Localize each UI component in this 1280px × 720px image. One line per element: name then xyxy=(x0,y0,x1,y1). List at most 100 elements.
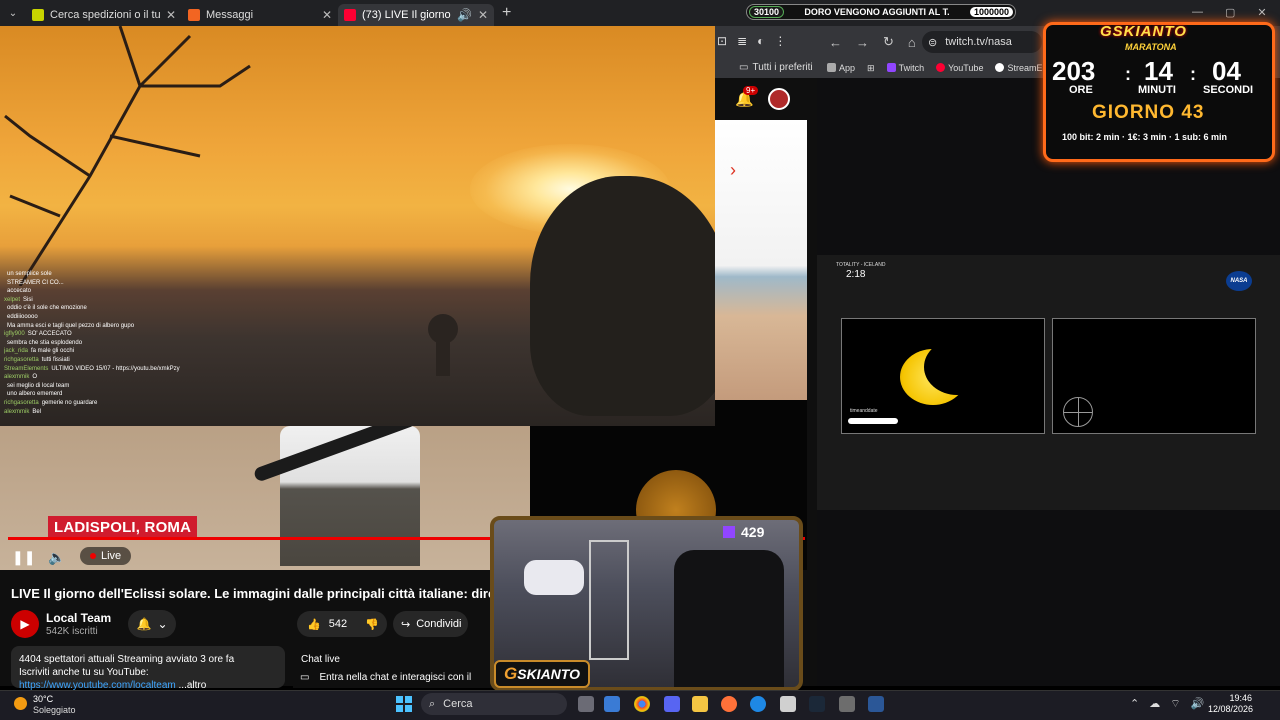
folder-icon: ▭ xyxy=(739,61,749,73)
grid-icon[interactable]: ⊞ xyxy=(867,63,875,74)
marathon-rates: 100 bit: 2 min · 1€: 3 min · 1 sub: 6 mi… xyxy=(1062,132,1228,142)
chat-text: Sisi xyxy=(23,296,33,303)
steam-icon[interactable] xyxy=(809,696,825,712)
firefox-icon[interactable] xyxy=(721,696,737,712)
youtube-icon xyxy=(936,63,946,72)
chat-username: jack_rida xyxy=(4,348,29,355)
back-icon[interactable]: ← xyxy=(829,35,842,50)
like-button[interactable]: 👍 542 👎 xyxy=(297,611,387,637)
bookmark-youtube[interactable]: YouTube xyxy=(936,63,983,73)
calculator-icon[interactable] xyxy=(780,696,796,712)
close-icon[interactable]: ✕ xyxy=(166,8,176,22)
reading-list-icon[interactable]: ≣ xyxy=(737,34,747,48)
subscriber-count: 542K iscritti xyxy=(46,626,98,637)
site-info-icon[interactable]: ⊜ xyxy=(928,36,937,49)
tab-favicon xyxy=(32,9,44,21)
pause-icon[interactable]: ❚❚ xyxy=(12,549,35,566)
clock-date: 12/08/2026 xyxy=(1208,704,1254,714)
description-box[interactable]: 4404 spettatori attuali Streaming avviat… xyxy=(11,646,285,691)
youtube-header xyxy=(715,78,807,120)
marathon-day: GIORNO 43 xyxy=(1092,102,1205,123)
tab-live-eclissi[interactable]: (73) LIVE Il giorno dell'Eclissi 🔊 ✕ xyxy=(338,4,494,26)
goal-text: DORO VENGONO AGGIUNTI AL T. xyxy=(804,7,950,17)
tree-silhouette xyxy=(530,176,715,416)
cam-rack xyxy=(589,540,629,660)
close-window-icon[interactable]: ✕ xyxy=(1257,6,1266,19)
tab-spedizioni[interactable]: Cerca spedizioni o il tuo pacco ✕ xyxy=(26,4,182,26)
taskbar-search[interactable]: ⌕ Cerca xyxy=(421,693,567,715)
wifi-icon[interactable]: ⌔ xyxy=(1170,697,1180,711)
close-icon[interactable]: ✕ xyxy=(322,8,332,22)
chat-title: Chat live xyxy=(301,654,340,665)
extensions-icon[interactable]: ⊡ xyxy=(717,34,727,48)
bookmark-streamelements[interactable]: StreamE... xyxy=(995,63,1050,73)
all-bookmarks-link[interactable]: Tutti i preferiti xyxy=(752,62,812,73)
volume-icon[interactable]: 🔈 xyxy=(48,549,65,566)
chevron-right-icon: › xyxy=(730,160,736,180)
menu-icon[interactable]: ⋮ xyxy=(774,34,786,48)
volume-icon[interactable]: 🔊 xyxy=(1191,697,1205,711)
avatar[interactable] xyxy=(768,88,790,110)
goal-current: 30100 xyxy=(749,6,785,18)
video-title: LIVE Il giorno dell'Eclissi solare. Le i… xyxy=(11,586,491,601)
tab-title: Cerca spedizioni o il tuo pacco xyxy=(50,9,160,21)
tab-messaggi[interactable]: Messaggi ✕ xyxy=(182,4,338,26)
chat-username: StreamElements xyxy=(4,365,49,372)
chat-message: sei meglio di local team xyxy=(4,382,204,391)
store-icon[interactable] xyxy=(604,696,620,712)
cloud-icon[interactable]: ☁ xyxy=(1149,697,1160,711)
system-clock[interactable]: 19:46 12/08/2026 xyxy=(1208,693,1254,715)
bookmark-app[interactable]: App xyxy=(827,63,855,73)
close-icon[interactable]: ✕ xyxy=(478,8,488,22)
cam-chair xyxy=(674,550,784,687)
chat-username: xelpet xyxy=(4,296,21,303)
maximize-icon[interactable]: ▢ xyxy=(1225,6,1235,19)
chat-join-row[interactable]: ▭ Entra nella chat e interagisci con il xyxy=(300,672,471,683)
chrome-icon[interactable] xyxy=(634,696,650,712)
sun-icon[interactable] xyxy=(14,697,27,710)
eclipse-panel: timeanddate xyxy=(841,318,1045,434)
notification-badge: 9+ xyxy=(743,86,759,95)
channel-name[interactable]: Local Team xyxy=(46,611,111,625)
task-view-icon[interactable] xyxy=(578,696,594,712)
share-button[interactable]: ↪ Condividi xyxy=(393,611,468,637)
description-subscribe-line: Iscriviti anche tu su YouTube: xyxy=(19,667,149,678)
goal-bar: 30100 DORO VENGONO AGGIUNTI AL T. 100000… xyxy=(746,4,1016,20)
chevron-up-icon[interactable]: ⌃ xyxy=(1130,697,1139,711)
subscribe-bell-button[interactable]: 🔔 ⌄ xyxy=(128,610,176,638)
reload-icon[interactable]: ↻ xyxy=(883,34,894,50)
weather-condition[interactable]: Soleggiato xyxy=(33,705,76,715)
discord-icon[interactable] xyxy=(664,696,680,712)
chat-subtitle: Entra nella chat e interagisci con il xyxy=(319,672,472,683)
address-bar[interactable]: ⊜ twitch.tv/nasa xyxy=(922,31,1042,53)
bookmark-twitch[interactable]: Twitch xyxy=(886,63,924,73)
file-explorer-icon[interactable] xyxy=(692,696,708,712)
profile-icon[interactable]: ◐ xyxy=(757,34,764,48)
app-icon[interactable] xyxy=(839,696,855,712)
search-icon: ⌕ xyxy=(429,697,436,710)
chat-username: richgasoretta xyxy=(4,356,39,363)
new-tab-button[interactable]: + xyxy=(502,4,511,22)
left-bookmarks-bar: ▭ Tutti i preferiti xyxy=(715,56,817,78)
edge-icon[interactable] xyxy=(750,696,766,712)
home-icon[interactable]: ⌂ xyxy=(908,35,916,50)
totality-timer: 2:18 xyxy=(846,269,866,280)
windows-start-icon[interactable] xyxy=(396,696,412,712)
thumbs-down-icon[interactable]: 👎 xyxy=(365,618,379,631)
chevron-down-icon: ⌄ xyxy=(157,617,168,631)
chat-message: STREAMER CI CO... xyxy=(4,279,204,288)
telemetry-panel xyxy=(1052,318,1256,434)
chat-username: alexmmik xyxy=(4,408,30,415)
speaker-icon[interactable]: 🔊 xyxy=(457,8,472,22)
weather-temperature[interactable]: 30°C xyxy=(33,694,53,704)
minimize-icon[interactable]: — xyxy=(1192,6,1203,19)
palm-trunk xyxy=(436,316,450,376)
channel-avatar[interactable]: ▶ xyxy=(11,610,39,638)
live-indicator[interactable]: Live xyxy=(80,547,132,565)
totality-label: TOTALITY - ICELAND xyxy=(836,262,886,268)
clock-time: 19:46 xyxy=(1229,693,1252,703)
forward-icon[interactable]: → xyxy=(856,35,869,50)
tab-search-icon[interactable]: ⌄ xyxy=(0,0,26,26)
description-stats: 4404 spettatori attuali Streaming avviat… xyxy=(19,654,235,665)
obs-icon[interactable] xyxy=(868,696,884,712)
